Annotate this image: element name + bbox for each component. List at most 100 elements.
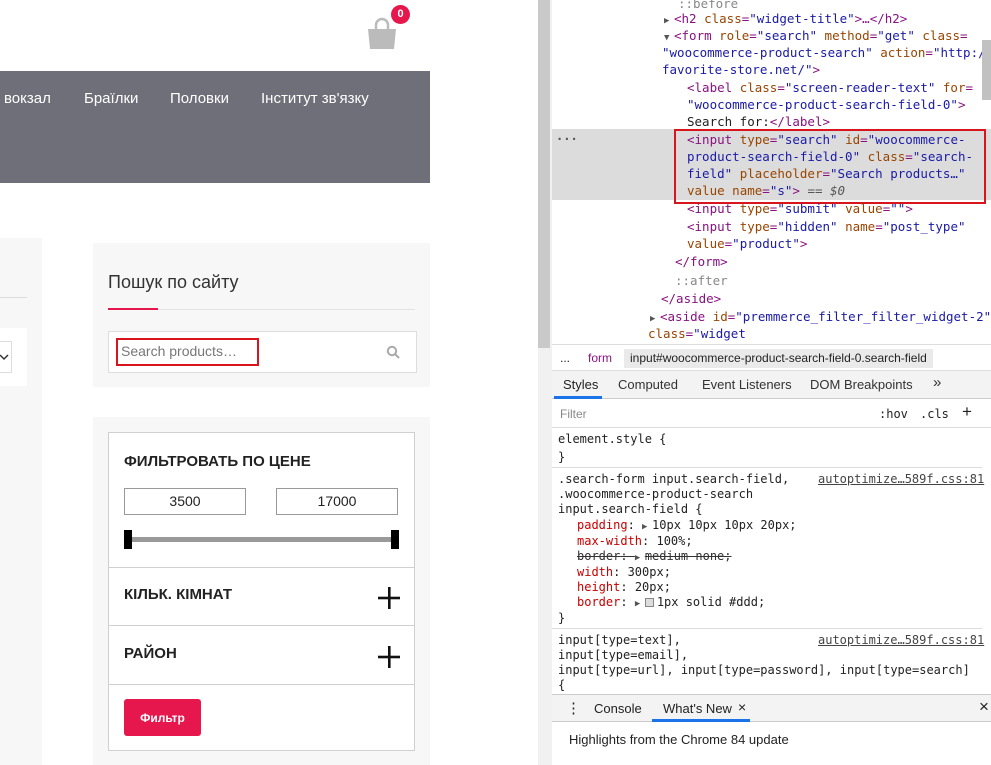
dom-line[interactable]: value="product">: [687, 236, 807, 251]
elements-scrollbar-thumb[interactable]: [982, 40, 991, 100]
css-property-overridden[interactable]: border: ▶ medium none;: [577, 549, 732, 563]
nav-item-instytut[interactable]: Інститут зв'язку: [261, 90, 369, 107]
expand-triangle-icon[interactable]: ▶: [635, 599, 645, 609]
dom-line[interactable]: <input type="submit" value="">: [687, 201, 913, 216]
new-style-rule-button[interactable]: +: [962, 402, 972, 422]
devtools-drawer-tabs: ⋮ Console What's New × ×: [552, 694, 991, 722]
drawer-menu-icon[interactable]: ⋮: [566, 699, 581, 717]
attr-name: for: [942, 80, 966, 95]
cart-button[interactable]: 0: [364, 5, 410, 53]
color-swatch[interactable]: [644, 598, 654, 607]
expand-triangle-icon[interactable]: ▶: [642, 522, 652, 532]
tab-event-listeners[interactable]: Event Listeners: [702, 377, 792, 392]
dom-tag: >: [905, 201, 913, 216]
css-selector[interactable]: input[type=text],: [558, 633, 681, 647]
nav-item-polovky[interactable]: Половки: [170, 90, 229, 107]
attr-value: "": [890, 201, 906, 216]
tab-whats-new[interactable]: What's New: [663, 701, 732, 716]
price-max-input[interactable]: 17000: [276, 488, 398, 515]
dom-line[interactable]: "woocommerce-product-search" action="htt…: [662, 45, 991, 60]
dom-line[interactable]: ::after: [675, 273, 728, 288]
tab-computed[interactable]: Computed: [618, 377, 678, 392]
css-source-link[interactable]: autoptimize…589f.css:81: [818, 472, 984, 486]
price-range-slider[interactable]: [128, 537, 396, 542]
annotation-highlight-input-node: [674, 129, 986, 204]
filter-submit-button[interactable]: Фильтр: [124, 699, 201, 736]
website-viewport: 0 вокзал Браїлки Половки Інститут зв'язк…: [0, 0, 538, 765]
cropped-select[interactable]: [0, 341, 12, 373]
price-max-value: 17000: [317, 493, 357, 509]
expand-triangle-icon[interactable]: ▶: [635, 553, 645, 563]
dom-line[interactable]: </aside>: [661, 291, 721, 306]
cart-count-badge: 0: [391, 5, 410, 24]
css-property[interactable]: padding: ▶ 10px 10px 10px 20px;: [577, 518, 797, 532]
property-value: 10px 10px 10px 20px;: [652, 518, 797, 532]
plus-icon[interactable]: [378, 587, 400, 609]
dom-line[interactable]: ▼ <form role="search" method="get" class=: [664, 28, 968, 43]
dom-line[interactable]: ▶ <h2 class="widget-title">…</h2>: [664, 11, 907, 26]
close-drawer-icon[interactable]: ×: [979, 697, 989, 717]
css-property[interactable]: height: 20px;: [577, 580, 671, 594]
css-selector[interactable]: input.search-field {: [558, 502, 703, 516]
css-selector[interactable]: .search-form input.search-field,: [558, 472, 789, 486]
breadcrumb-item-input[interactable]: input#woocommerce-product-search-field-0…: [624, 349, 933, 368]
dom-line[interactable]: <label class="screen-reader-text" for=: [687, 80, 973, 95]
search-icon[interactable]: [386, 345, 400, 359]
tab-console[interactable]: Console: [594, 701, 642, 716]
rooms-filter-title[interactable]: КІЛЬК. КІМНАТ: [124, 586, 232, 603]
page-scrollbar[interactable]: [538, 0, 552, 765]
attr-value: "premmerce_filter_filter_widget-2": [735, 309, 991, 324]
expand-triangle-icon[interactable]: ▶: [664, 16, 674, 26]
whats-new-headline: Highlights from the Chrome 84 update: [569, 732, 789, 747]
district-filter-title[interactable]: РАЙОН: [124, 645, 177, 662]
dom-tag: <aside: [660, 309, 713, 324]
slider-handle-max[interactable]: [391, 530, 399, 549]
attr-value: "widget-title": [749, 11, 855, 26]
css-property[interactable]: max-width: 100%;: [577, 534, 693, 548]
dom-line[interactable]: ▶ <aside id="premmerce_filter_filter_widg…: [650, 309, 991, 324]
element-style-selector[interactable]: element.style {: [558, 432, 666, 446]
class-toggle[interactable]: .cls: [920, 407, 949, 421]
nav-item-vokzal[interactable]: вокзал: [4, 90, 51, 107]
nav-item-brailky[interactable]: Браїлки: [84, 90, 138, 107]
css-selector[interactable]: input[type=email],: [558, 648, 688, 662]
property-value: 20px;: [634, 580, 671, 594]
price-min-input[interactable]: 3500: [124, 488, 246, 515]
slider-handle-min[interactable]: [124, 530, 132, 549]
property-name: max-width: [577, 534, 643, 548]
dom-line[interactable]: Search for:</label>: [687, 114, 830, 129]
dom-line[interactable]: <input type="hidden" name="post_type": [687, 219, 966, 234]
attr-name: value: [845, 201, 883, 216]
node-menu-icon[interactable]: ···: [556, 132, 578, 146]
attr-name: type: [739, 201, 770, 216]
dom-line[interactable]: class="widget: [648, 326, 746, 341]
attr-value: "woocommerce-product-search": [662, 45, 873, 60]
expand-triangle-icon[interactable]: ▶: [650, 314, 660, 324]
attr-value: "post_type": [882, 219, 966, 234]
css-source-link[interactable]: autoptimize…589f.css:81: [818, 633, 984, 647]
css-selector[interactable]: .woocommerce-product-search: [558, 487, 753, 501]
attr-value: "widget: [693, 326, 746, 341]
plus-icon[interactable]: [378, 646, 400, 668]
dom-tag: </form>: [675, 254, 728, 269]
css-property[interactable]: border: ▶ 1px solid #ddd;: [577, 595, 765, 609]
collapse-triangle-icon[interactable]: ▼: [664, 33, 674, 43]
breadcrumb-item-form[interactable]: form: [588, 351, 612, 365]
dom-line[interactable]: "woocommerce-product-search-field-0">: [687, 97, 965, 112]
more-tabs-button[interactable]: »: [933, 374, 941, 391]
hover-state-toggle[interactable]: :hov: [879, 407, 908, 421]
dom-line[interactable]: ::before: [678, 0, 738, 11]
attr-value: "woocommerce-product-search-field-0": [687, 97, 958, 112]
attr-name: action: [880, 45, 926, 60]
styles-filter-input[interactable]: [554, 403, 868, 424]
dom-line[interactable]: favorite-store.net/">: [662, 62, 820, 77]
breadcrumb-more[interactable]: ...: [560, 351, 570, 365]
tab-styles[interactable]: Styles: [563, 377, 598, 392]
dom-line[interactable]: </form>: [675, 254, 728, 269]
css-property[interactable]: width: 300px;: [577, 565, 671, 579]
close-tab-icon[interactable]: ×: [738, 699, 746, 715]
tab-dom-breakpoints[interactable]: DOM Breakpoints: [810, 377, 913, 392]
scrollbar-thumb[interactable]: [538, 0, 550, 348]
css-selector[interactable]: input[type=url], input[type=password], i…: [558, 663, 970, 677]
property-name: border: [577, 595, 621, 609]
